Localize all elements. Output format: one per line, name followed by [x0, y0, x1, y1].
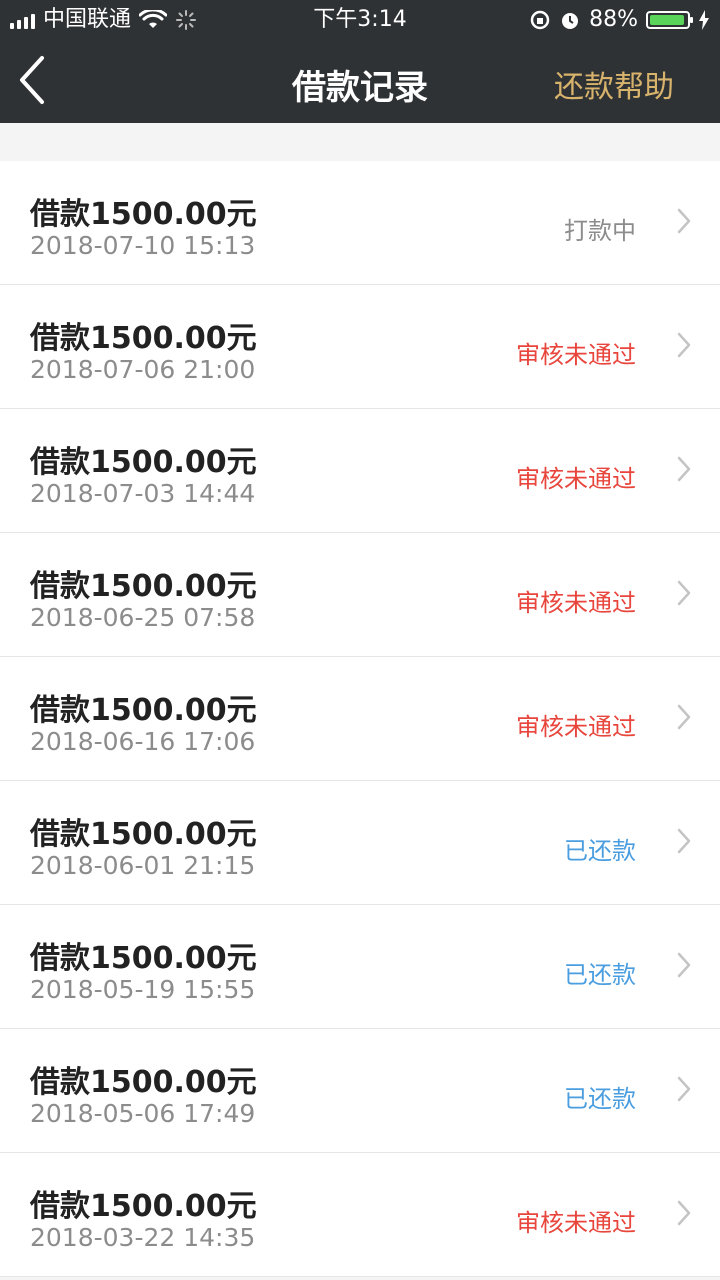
loan-amount-title: 借款1500.00元	[30, 197, 257, 232]
chevron-right-icon	[677, 1200, 691, 1226]
loan-date: 2018-07-03 14:44	[30, 479, 256, 508]
loan-date: 2018-06-16 17:06	[30, 727, 256, 756]
chevron-right-icon	[677, 952, 691, 978]
loan-record-row[interactable]: 借款1500.00元 2018-06-01 21:15 已还款	[0, 781, 720, 905]
loan-amount-title: 借款1500.00元	[30, 1189, 257, 1224]
loan-date: 2018-05-19 15:55	[30, 975, 256, 1004]
chevron-right-icon	[677, 704, 691, 730]
loan-amount-title: 借款1500.00元	[30, 445, 257, 480]
charging-icon	[699, 10, 709, 30]
chevron-right-icon	[677, 456, 691, 482]
lock-rotation-icon	[530, 10, 550, 30]
loan-record-row[interactable]: 借款1500.00元 2018-05-19 15:55 已还款	[0, 905, 720, 1029]
loan-amount-title: 借款1500.00元	[30, 321, 257, 356]
loan-record-row[interactable]: 借款1500.00元 2018-07-03 14:44 审核未通过	[0, 409, 720, 533]
battery-percent: 88%	[589, 7, 638, 32]
loan-record-row[interactable]: 借款1500.00元 2018-07-06 21:00 审核未通过	[0, 285, 720, 409]
loan-status: 审核未通过	[516, 1209, 636, 1237]
loan-date: 2018-07-10 15:13	[30, 231, 256, 260]
section-spacer	[0, 123, 720, 161]
loan-amount-title: 借款1500.00元	[30, 817, 257, 852]
loan-status: 审核未通过	[516, 713, 636, 741]
loan-record-row[interactable]: 借款1500.00元 2018-07-10 15:13 打款中	[0, 161, 720, 285]
loan-record-row[interactable]: 借款1500.00元 2018-06-16 17:06 审核未通过	[0, 657, 720, 781]
loan-date: 2018-05-06 17:49	[30, 1099, 256, 1128]
loan-date: 2018-06-01 21:15	[30, 851, 256, 880]
battery-icon	[646, 11, 693, 29]
loan-amount-title: 借款1500.00元	[30, 941, 257, 976]
alarm-icon	[562, 13, 579, 29]
loan-amount-title: 借款1500.00元	[30, 693, 257, 728]
loan-status: 已还款	[564, 961, 636, 989]
loan-status: 已还款	[564, 1085, 636, 1113]
header: 中国联通 下午3:14 88% 借款记录 还款帮助	[0, 0, 720, 123]
loan-record-list: 借款1500.00元 2018-07-10 15:13 打款中 借款1500.00元 2…	[0, 161, 720, 1277]
loan-status: 打款中	[564, 217, 636, 245]
chevron-right-icon	[677, 1076, 691, 1102]
loan-status: 审核未通过	[516, 589, 636, 617]
loan-amount-title: 借款1500.00元	[30, 1065, 257, 1100]
loan-record-row[interactable]: 借款1500.00元 2018-05-06 17:49 已还款	[0, 1029, 720, 1153]
repayment-help-link[interactable]: 还款帮助	[554, 62, 674, 106]
loan-status: 审核未通过	[516, 465, 636, 493]
loan-status: 已还款	[564, 837, 636, 865]
chevron-right-icon	[677, 332, 691, 358]
loan-record-row[interactable]: 借款1500.00元 2018-03-22 14:35 审核未通过	[0, 1153, 720, 1277]
loan-status: 审核未通过	[516, 341, 636, 369]
chevron-right-icon	[677, 580, 691, 606]
status-bar: 中国联通 下午3:14 88%	[0, 0, 720, 40]
loan-amount-title: 借款1500.00元	[30, 569, 257, 604]
chevron-right-icon	[677, 208, 691, 234]
chevron-right-icon	[677, 828, 691, 854]
loan-date: 2018-03-22 14:35	[30, 1223, 256, 1252]
status-right: 88%	[529, 0, 710, 40]
loan-record-row[interactable]: 借款1500.00元 2018-06-25 07:58 审核未通过	[0, 533, 720, 657]
loan-date: 2018-06-25 07:58	[30, 603, 256, 632]
loan-date: 2018-07-06 21:00	[30, 355, 256, 384]
nav-bar: 借款记录 还款帮助	[0, 40, 720, 123]
